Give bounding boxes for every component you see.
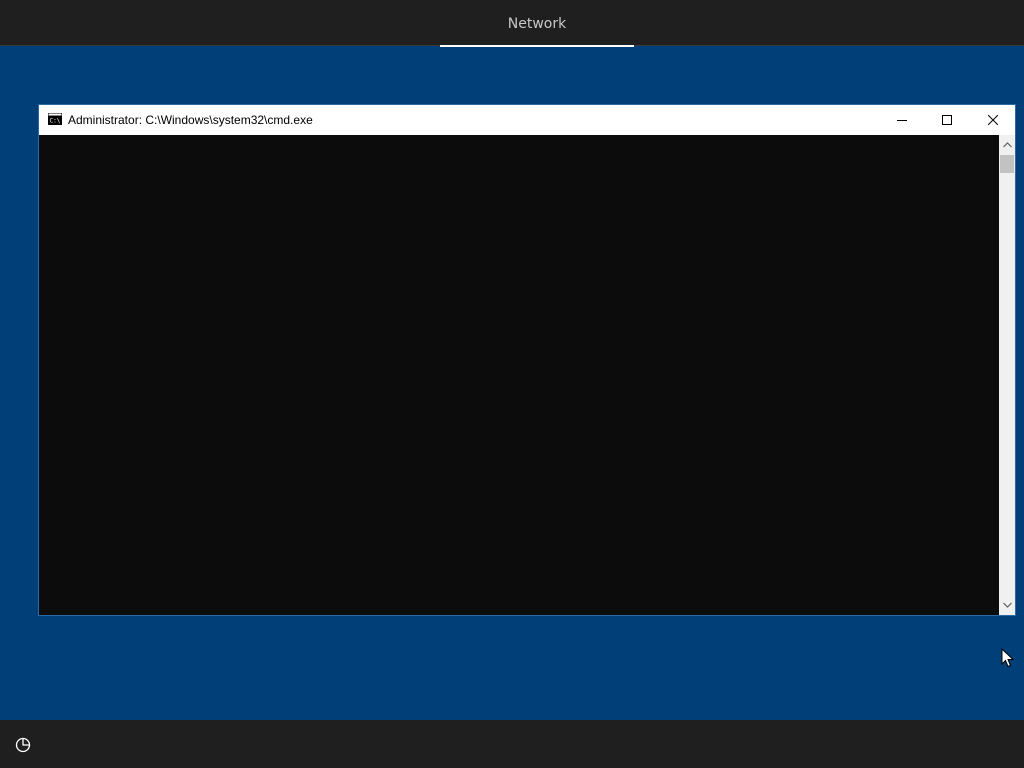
scrollbar-thumb[interactable] [1000,155,1014,173]
svg-text:C:\: C:\ [50,118,61,125]
cmd-title-bar[interactable]: C:\ Administrator: C:\Windows\system32\c… [39,105,1015,135]
top-bar: Network [0,0,1024,47]
cmd-icon: C:\ [48,113,62,125]
minimize-button[interactable] [879,105,924,135]
mouse-cursor-icon [1001,648,1015,668]
cmd-window[interactable]: C:\ Administrator: C:\Windows\system32\c… [38,104,1016,616]
tab-network[interactable]: Network [440,0,634,47]
vertical-scrollbar[interactable] [999,135,1015,615]
chevron-down-icon [1002,602,1012,608]
close-icon [987,115,998,125]
console-area[interactable] [39,135,999,615]
scroll-up-button[interactable] [999,137,1015,153]
chevron-up-icon [1002,142,1012,148]
bottom-bar [0,720,1024,768]
ease-of-access-icon[interactable] [14,736,32,754]
minimize-icon [896,120,907,121]
close-button[interactable] [970,105,1015,135]
maximize-icon [941,115,952,125]
window-title: Administrator: C:\Windows\system32\cmd.e… [68,113,313,127]
scroll-down-button[interactable] [999,597,1015,613]
maximize-button[interactable] [924,105,969,135]
